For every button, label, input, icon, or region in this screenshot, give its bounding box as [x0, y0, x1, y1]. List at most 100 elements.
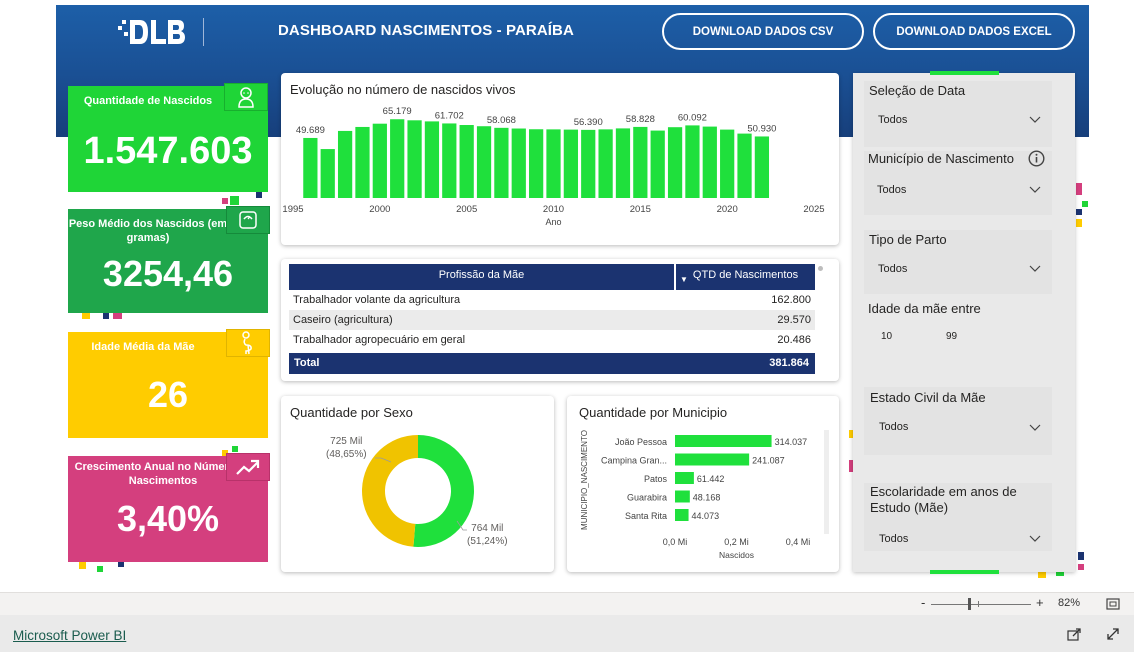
slicer-parto-dropdown[interactable]: Todos [864, 256, 1052, 280]
trend-up-icon [226, 453, 270, 481]
data-label-2001: 65.179 [383, 106, 412, 117]
bar-2021 [737, 133, 752, 198]
kpi-label: Peso Médio dos Nascidos (em gramas) [68, 218, 228, 244]
data-label-2022: 50.930 [747, 123, 776, 134]
kpi-label: Quantidade de Nascidos [83, 95, 213, 107]
bar-2009 [529, 129, 544, 198]
zoom-slider[interactable] [931, 604, 1031, 605]
bar-2000 [372, 123, 387, 198]
data-label-2018: 60.092 [678, 112, 707, 123]
data-label-2007: 58.068 [487, 115, 516, 126]
bar-municipio [675, 435, 772, 447]
table-row[interactable]: Trabalhador volante da agricultura 162.80… [289, 290, 815, 310]
municipio-bar-chart[interactable]: João Pessoa 314.037 Campina Gran... 241.087… [567, 396, 839, 572]
bar-2019 [702, 126, 717, 198]
panel-accent-bottom [930, 570, 999, 574]
kpi-quantidade-nascidos: Quantidade de Nascidos 1.547.603 [68, 83, 268, 192]
value-label: 44.073 [692, 511, 720, 521]
kpi-value: 3,40% [116, 498, 220, 539]
powerbi-footer: Microsoft Power BI [0, 615, 1134, 652]
data-label-2004: 61.702 [435, 110, 464, 121]
sexo-chart-card: Quantidade por Sexo 725 Mil (48,65%) 764… [281, 396, 554, 572]
zoom-out-button[interactable]: - [921, 595, 925, 610]
chart-scrollbar-track[interactable] [824, 430, 829, 534]
table-total-row: Total 381.864 [289, 353, 815, 374]
slicer-civil-dropdown[interactable]: Todos [864, 415, 1052, 439]
idade-max-input[interactable]: 99 [946, 331, 957, 342]
bar-2010 [546, 129, 561, 198]
bar-2020 [720, 129, 735, 198]
table-header: Profissão da Mãe ▼ QTD de Nascimentos [289, 264, 815, 290]
data-label-2012: 56.390 [574, 117, 603, 128]
slicer-data: Seleção de Data Todos [864, 81, 1052, 147]
slicer-data-dropdown[interactable]: Todos [864, 107, 1052, 131]
cell-profissao: Trabalhador agropecuário em geral [293, 334, 466, 346]
decor-square [1076, 219, 1082, 227]
slicer-title: Estado Civil da Mãe [870, 390, 986, 405]
bar-2007 [494, 127, 509, 198]
panel-accent-top [930, 71, 999, 75]
bar-1996 [303, 137, 318, 198]
bar-municipio [675, 453, 750, 466]
slicer-value: Todos [877, 184, 907, 196]
col-header-profissao[interactable]: Profissão da Mãe [289, 264, 674, 290]
table-row[interactable]: Trabalhador agropecuário em geral 20.486 [289, 330, 815, 350]
donut-label-b-pct: (51,24%) [467, 536, 508, 547]
bar-2016 [650, 130, 665, 198]
kpi-value: 26 [147, 374, 189, 415]
download-csv-button[interactable]: DOWNLOAD DADOS CSV [662, 13, 864, 50]
x-tick: 0,4 Mi [786, 537, 811, 547]
decor-square [97, 566, 103, 572]
sexo-donut-chart[interactable] [281, 396, 554, 572]
info-icon[interactable] [1028, 150, 1045, 167]
bar-2006 [476, 126, 492, 198]
idade-min-input[interactable]: 10 [881, 331, 892, 342]
chevron-down-icon [1029, 265, 1041, 272]
x-axis-label: Nascidos [719, 550, 754, 560]
decor-square [1038, 572, 1046, 578]
col-header-qtd[interactable]: ▼ QTD de Nascimentos [676, 264, 815, 290]
bar-municipio [675, 490, 690, 503]
decor-square [79, 562, 86, 569]
bar-2002 [407, 120, 422, 198]
slicer-value: Todos [878, 114, 908, 126]
zoom-slider-midmark [978, 601, 979, 607]
decor-square [1082, 201, 1088, 207]
category-label: Campina Gran... [601, 456, 667, 466]
donut-label-b: 764 Mil (51,24%) [467, 522, 508, 548]
scale-icon [226, 206, 270, 234]
report-canvas: DASHBOARD NASCIMENTOS - PARAÍBA DOWNLOAD… [0, 0, 1134, 592]
cell-qtd: 29.570 [777, 314, 811, 326]
chevron-down-icon [1029, 535, 1041, 542]
slicer-escolaridade-dropdown[interactable]: Todos [864, 527, 1052, 551]
evolution-bar-chart[interactable]: 49.689 65.179 61.702 58.068 56.390 58.828 60.0… [281, 73, 839, 245]
download-excel-button[interactable]: DOWNLOAD DADOS EXCEL [873, 13, 1075, 50]
share-icon[interactable] [1067, 627, 1082, 641]
slicer-title: Município de Nascimento [868, 151, 1014, 166]
table-row[interactable]: Caseiro (agricultura) 29.570 [289, 310, 815, 330]
cell-qtd: 162.800 [771, 294, 811, 306]
x-tick-2005: 2005 [456, 204, 477, 215]
table-scrollbar[interactable] [818, 266, 823, 271]
kpi-idade-media: Idade Média da Mãe 26 [68, 329, 270, 438]
value-label: 314.037 [775, 437, 808, 447]
slicer-value: Todos [879, 421, 909, 433]
fit-page-icon[interactable] [1106, 598, 1120, 610]
logo-divider [203, 18, 204, 46]
zoom-in-button[interactable]: + [1036, 595, 1044, 610]
decor-square [82, 313, 90, 319]
donut-slice-0 [361, 435, 418, 547]
fullscreen-icon[interactable] [1106, 627, 1120, 641]
powerbi-link[interactable]: Microsoft Power BI [13, 628, 126, 643]
zoom-slider-thumb[interactable] [968, 598, 971, 610]
slicer-municipio-dropdown[interactable]: Todos [864, 177, 1052, 201]
kpi-value: 1.547.603 [83, 130, 253, 172]
x-tick-1995: 1995 [282, 204, 303, 215]
total-label: Total [294, 357, 320, 369]
slicer-value: Todos [878, 263, 908, 275]
bar-2005 [459, 125, 474, 198]
decor-square [1076, 209, 1082, 215]
x-tick: 0,2 Mi [724, 537, 749, 547]
total-value: 381.864 [769, 357, 809, 369]
x-tick-2010: 2010 [543, 204, 564, 215]
